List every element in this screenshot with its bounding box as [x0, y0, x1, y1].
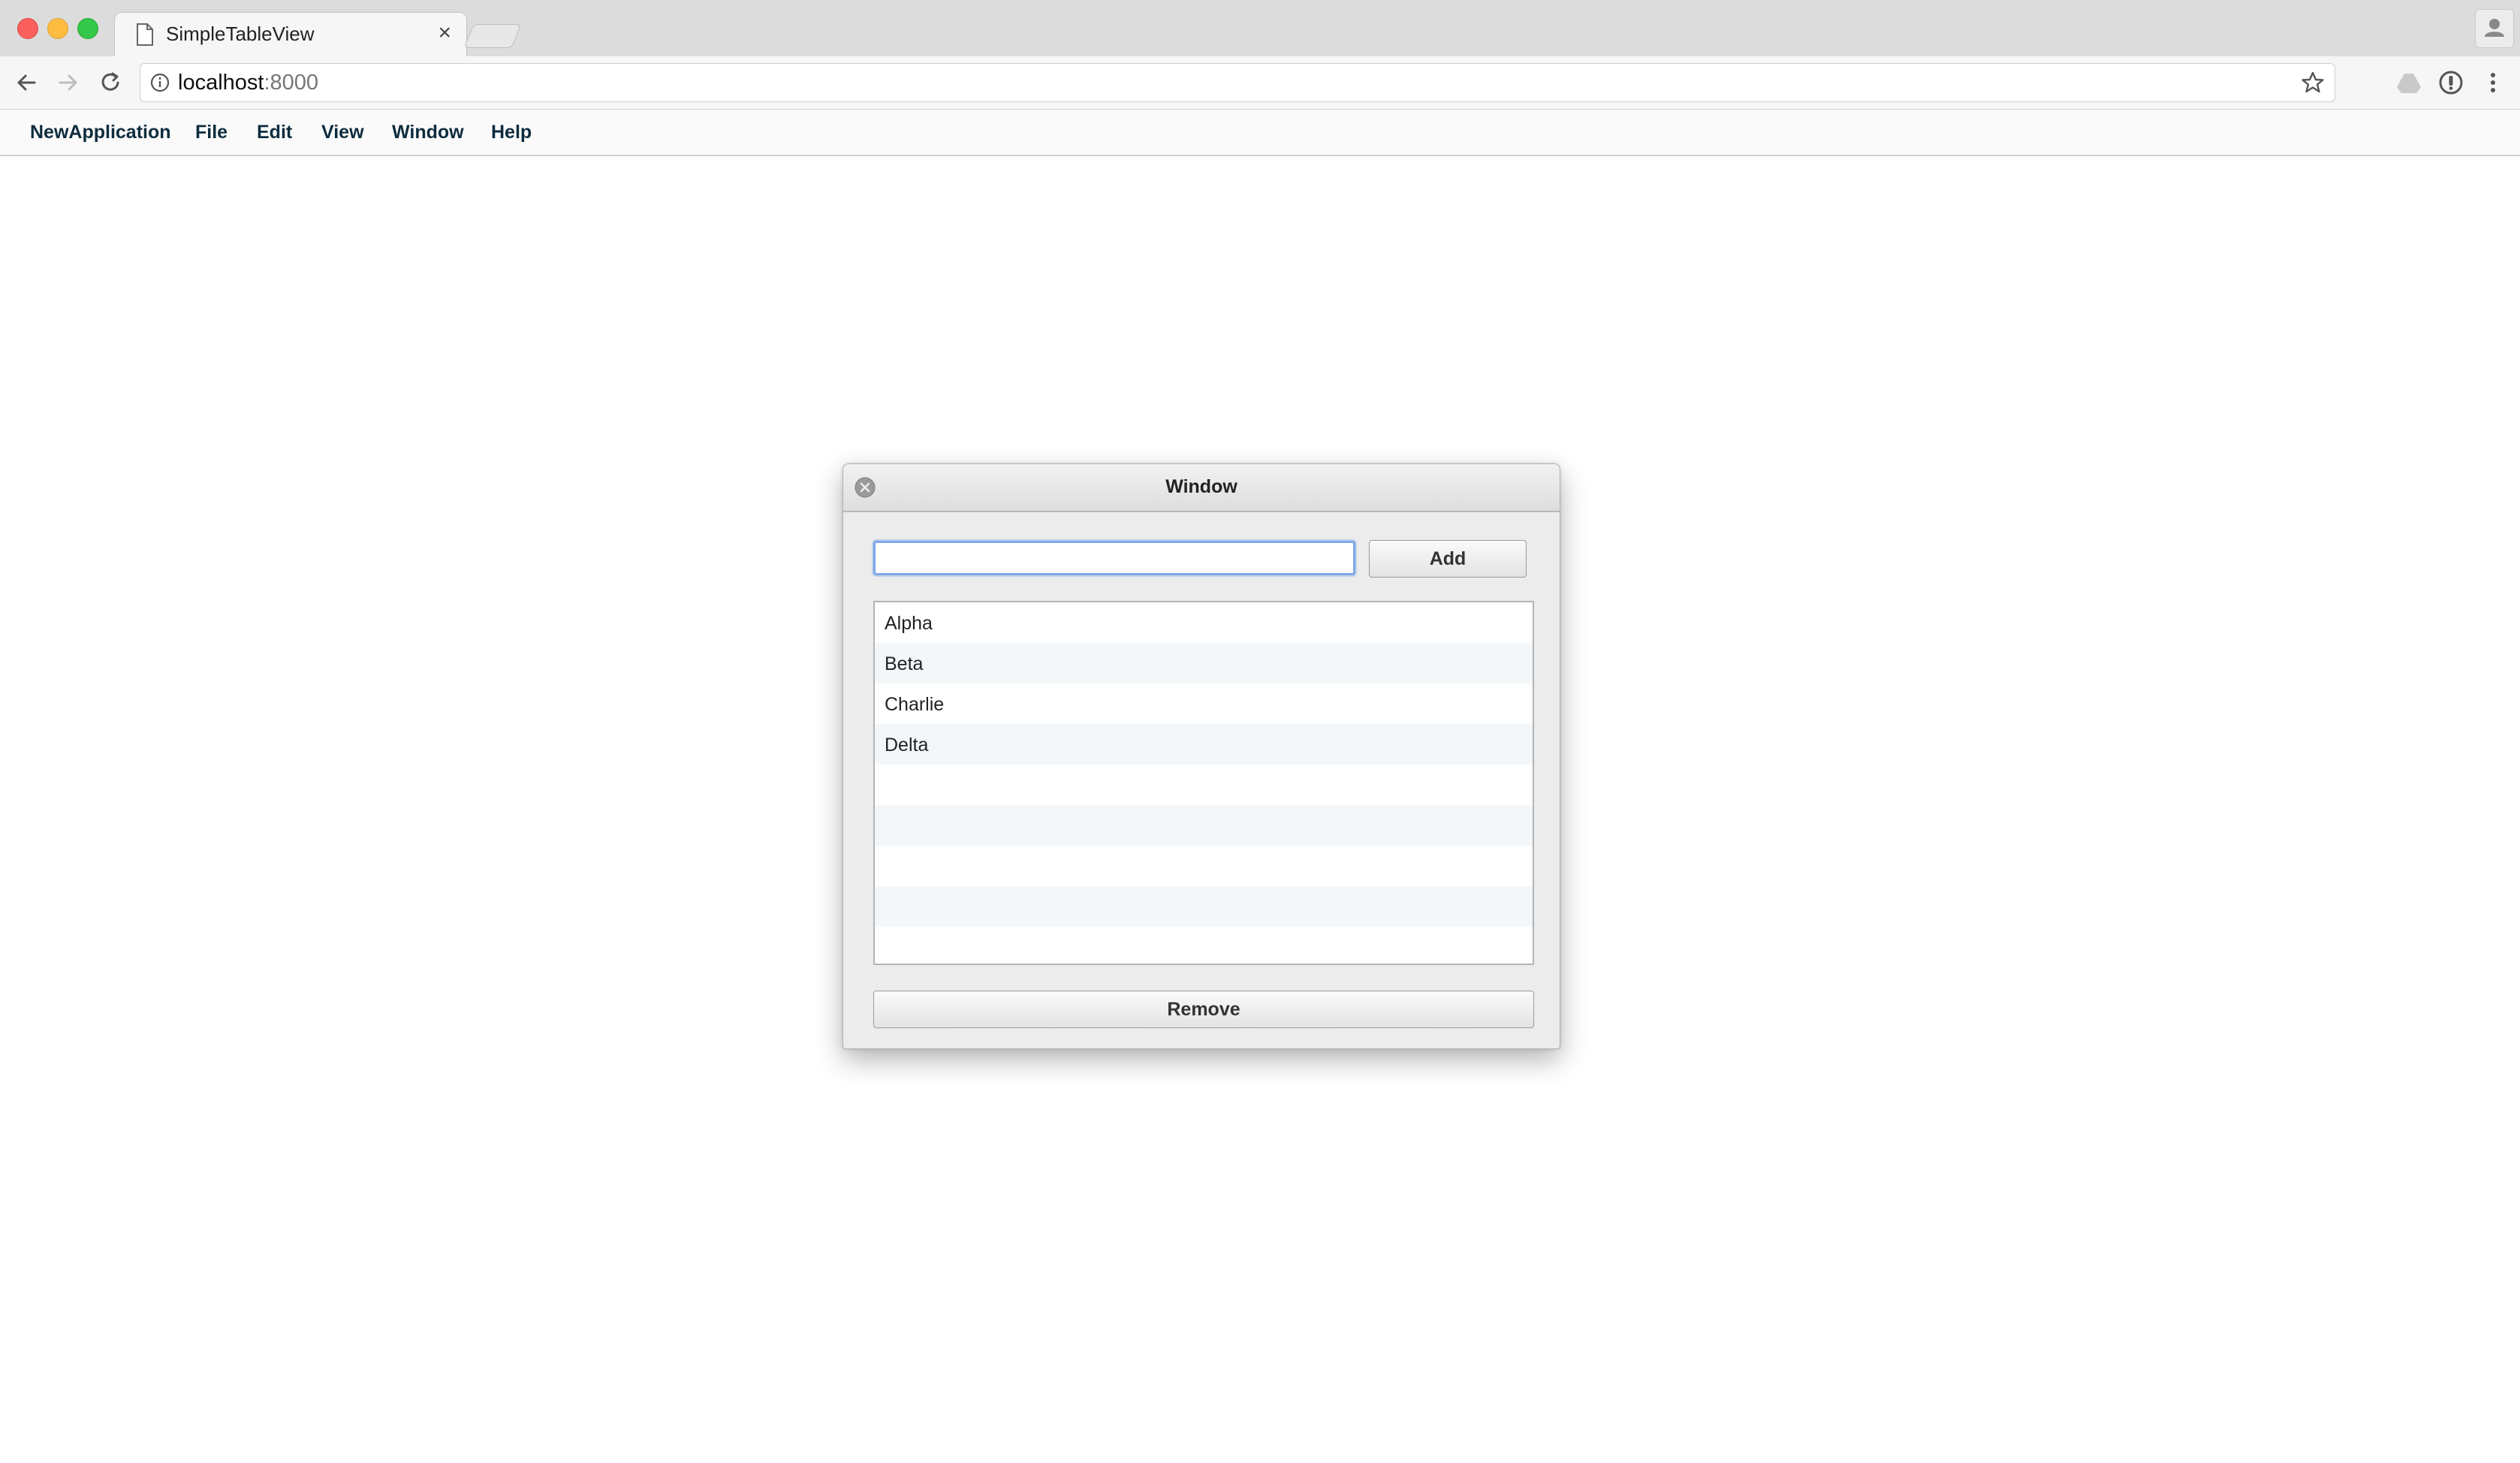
table-row[interactable]: Alpha	[875, 602, 1533, 643]
menu-newapplication[interactable]: NewApplication	[30, 122, 171, 143]
menu-window[interactable]: Window	[392, 122, 464, 143]
url-text: localhost:8000	[178, 71, 318, 95]
address-bar[interactable]: localhost:8000	[140, 63, 2335, 102]
tab-title: SimpleTableView	[166, 23, 315, 45]
row-label: Charlie	[885, 694, 945, 715]
table-row-empty[interactable]	[875, 805, 1533, 846]
bookmark-star-icon[interactable]	[2300, 70, 2326, 95]
menu-edit[interactable]: Edit	[257, 122, 292, 143]
password-manager-icon[interactable]	[2437, 69, 2464, 96]
window-minimize-button[interactable]	[47, 18, 68, 39]
table-row[interactable]: Beta	[875, 643, 1533, 683]
menu-help[interactable]: Help	[491, 122, 532, 143]
browser-tab[interactable]: SimpleTableView ×	[114, 12, 467, 57]
new-tab-button[interactable]	[463, 24, 522, 48]
add-button[interactable]: Add	[1369, 540, 1527, 578]
back-arrow-icon[interactable]	[12, 68, 41, 97]
row-label: Alpha	[885, 613, 933, 634]
table-row[interactable]: Delta	[875, 724, 1533, 765]
app-menubar: NewApplication File Edit View Window Hel…	[0, 110, 2520, 156]
reload-icon[interactable]	[96, 68, 125, 97]
app-window: Window Add Alpha Beta Charlie Delta Remo…	[843, 463, 1560, 1049]
remove-button[interactable]: Remove	[873, 991, 1534, 1028]
forward-arrow-icon[interactable]	[54, 68, 83, 97]
menu-file[interactable]: File	[195, 122, 228, 143]
person-icon	[2485, 19, 2504, 37]
browser-toolbar: localhost:8000	[0, 56, 2520, 110]
more-menu-icon[interactable]	[2479, 69, 2506, 96]
menu-view[interactable]: View	[321, 122, 364, 143]
window-maximize-button[interactable]	[77, 18, 98, 39]
row-label: Delta	[885, 735, 929, 756]
table-row-empty[interactable]	[875, 927, 1533, 964]
drive-extension-icon[interactable]	[2395, 69, 2422, 96]
table-row-empty[interactable]	[875, 765, 1533, 805]
document-icon	[137, 23, 153, 46]
table-row[interactable]: Charlie	[875, 683, 1533, 724]
row-label: Beta	[885, 653, 924, 674]
profile-button[interactable]	[2475, 9, 2514, 48]
info-icon[interactable]	[149, 72, 170, 93]
browser-tab-bar: SimpleTableView ×	[0, 0, 2520, 57]
window-close-button[interactable]	[17, 18, 38, 39]
window-titlebar[interactable]: Window	[843, 464, 1560, 512]
table-view[interactable]: Alpha Beta Charlie Delta	[873, 601, 1534, 965]
url-port: :8000	[264, 71, 319, 95]
url-host: localhost	[178, 71, 264, 95]
table-row-empty[interactable]	[875, 886, 1533, 927]
table-row-empty[interactable]	[875, 846, 1533, 886]
window-title: Window	[1165, 476, 1237, 497]
item-text-input[interactable]	[873, 541, 1355, 575]
tab-close-icon[interactable]: ×	[438, 20, 451, 46]
